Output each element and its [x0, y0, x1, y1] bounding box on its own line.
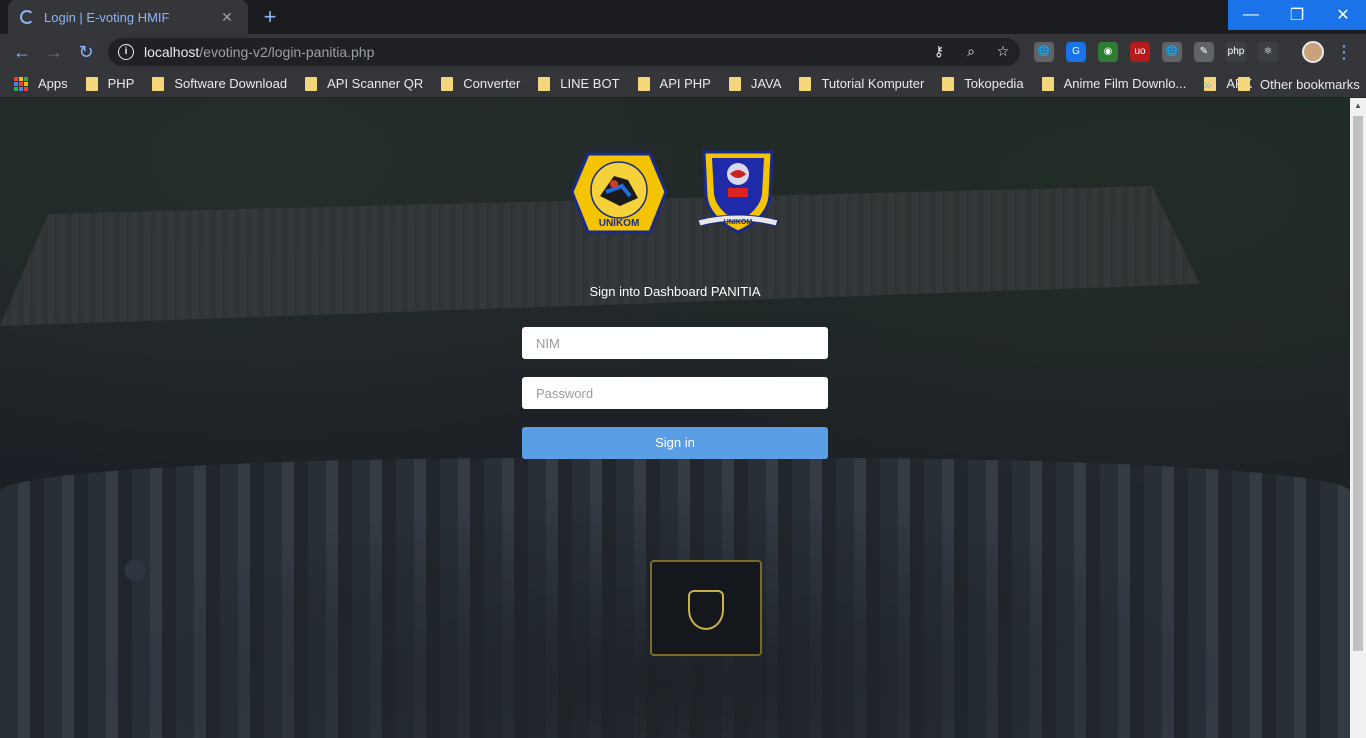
- bookmark-php[interactable]: PHP: [85, 76, 135, 91]
- folder-icon: [538, 76, 551, 91]
- back-arrow-icon[interactable]: ←: [10, 40, 34, 64]
- bookmark-label: Anime Film Downlo...: [1063, 76, 1187, 91]
- bookmark-java[interactable]: JAVA: [728, 76, 782, 91]
- bookmark-label: Apps: [38, 76, 68, 91]
- folder-icon: [152, 76, 165, 91]
- browser-toolbar: ← → ↻ i localhost/evoting-v2/login-panit…: [0, 34, 1366, 70]
- bookmark-api-php[interactable]: API PHP: [637, 76, 711, 91]
- bookmark-tokopedia[interactable]: Tokopedia: [942, 76, 1024, 91]
- minimize-button[interactable]: —: [1228, 0, 1274, 30]
- bookmark-converter[interactable]: Converter: [441, 76, 520, 91]
- bookmark-label: Other bookmarks: [1260, 76, 1360, 92]
- bookmarks-bar: Apps PHP Software Download API Scanner QR C…: [0, 70, 1366, 98]
- react-ext-icon[interactable]: ⚛: [1258, 42, 1278, 62]
- scroll-thumb[interactable]: [1353, 116, 1363, 651]
- background-photo-banner: [650, 560, 762, 656]
- star-icon[interactable]: ☆: [994, 42, 1012, 60]
- url-host: localhost: [144, 44, 200, 60]
- bookmark-label: Tutorial Komputer: [821, 76, 925, 91]
- bookmark-label: API Scanner QR: [327, 76, 424, 91]
- folder-icon: [728, 76, 741, 91]
- forward-arrow-icon[interactable]: →: [42, 40, 66, 64]
- bookmark-label: API PHP: [659, 76, 711, 91]
- apps-grid-icon: [14, 76, 28, 91]
- php-ext-icon[interactable]: php: [1226, 42, 1246, 62]
- title-bar: Login | E-voting HMIF ✕ + — ❐ ✕: [0, 0, 1366, 34]
- ublock-ext-icon[interactable]: uo: [1130, 42, 1150, 62]
- unikom-logo: UNIKOM: [570, 152, 668, 234]
- color-ext-icon[interactable]: ◉: [1098, 42, 1118, 62]
- translate-ext-icon[interactable]: G: [1066, 42, 1086, 62]
- address-bar[interactable]: i localhost/evoting-v2/login-panitia.php…: [108, 38, 1020, 66]
- password-input[interactable]: [522, 377, 828, 409]
- bookmark-label: Software Download: [174, 76, 288, 91]
- more-bookmarks-icon[interactable]: »: [1204, 76, 1212, 92]
- folder-icon: [1041, 76, 1054, 91]
- folder-icon: [799, 76, 812, 91]
- nim-input[interactable]: [522, 327, 828, 359]
- scroll-up-arrow-icon[interactable]: ▲: [1350, 98, 1366, 114]
- bookmark-anime-film-downlo[interactable]: Anime Film Downlo...: [1041, 76, 1187, 91]
- folder-icon: [1238, 77, 1250, 91]
- bookmark-apps[interactable]: Apps: [14, 76, 68, 91]
- menu-dots-icon[interactable]: ⋮: [1334, 40, 1354, 64]
- folder-icon: [637, 76, 650, 91]
- new-tab-button[interactable]: +: [258, 6, 282, 30]
- bookmark-label: Converter: [463, 76, 521, 91]
- world-ext-icon[interactable]: 🌐: [1162, 42, 1182, 62]
- close-window-button[interactable]: ✕: [1320, 0, 1366, 30]
- bookmark-label: JAVA: [750, 76, 782, 91]
- folder-icon: [305, 76, 318, 91]
- hmif-logo: UNIKOM: [697, 150, 779, 234]
- login-page: UNIKOM UNIKOM Sign into Dashboard PANITI…: [0, 98, 1350, 738]
- restore-button[interactable]: ❐: [1274, 0, 1320, 30]
- folder-icon: [942, 76, 955, 91]
- globe-ext-icon[interactable]: 🌐: [1034, 42, 1054, 62]
- zoom-icon[interactable]: ⌕: [962, 42, 980, 60]
- page-scrollbar[interactable]: ▲: [1350, 98, 1366, 738]
- signin-heading: Sign into Dashboard PANITIA: [589, 284, 761, 299]
- reload-icon[interactable]: ↻: [74, 40, 98, 64]
- bookmark-tutorial-komputer[interactable]: Tutorial Komputer: [799, 76, 924, 91]
- unikom-logo-text: UNIKOM: [599, 218, 640, 229]
- bookmark-label: LINE BOT: [560, 76, 620, 91]
- tab-title: Login | E-voting HMIF: [44, 9, 170, 25]
- bookmark-label: Tokopedia: [964, 76, 1024, 91]
- signin-button[interactable]: Sign in: [522, 427, 828, 459]
- bookmark-line-bot[interactable]: LINE BOT: [538, 76, 620, 91]
- bookmark-api-scanner-qr[interactable]: API Scanner QR: [305, 76, 423, 91]
- banner-emblem: [688, 590, 724, 630]
- browser-tab[interactable]: Login | E-voting HMIF ✕: [8, 0, 248, 34]
- folder-icon: [441, 76, 454, 91]
- edit-ext-icon[interactable]: ✎: [1194, 42, 1214, 62]
- bookmark-other[interactable]: Other bookmarks: [1238, 70, 1360, 98]
- hmif-logo-text: UNIKOM: [724, 219, 753, 226]
- folder-icon: [85, 76, 98, 91]
- url-path: /evoting-v2/login-panitia.php: [199, 44, 375, 60]
- bookmark-label: PHP: [107, 76, 135, 91]
- tab-close-icon[interactable]: ✕: [218, 9, 236, 26]
- loading-icon: [20, 10, 34, 24]
- key-icon[interactable]: ⚷: [930, 42, 948, 60]
- profile-avatar[interactable]: [1302, 41, 1324, 63]
- bookmark-software-download[interactable]: Software Download: [152, 76, 287, 91]
- info-icon[interactable]: i: [118, 44, 134, 60]
